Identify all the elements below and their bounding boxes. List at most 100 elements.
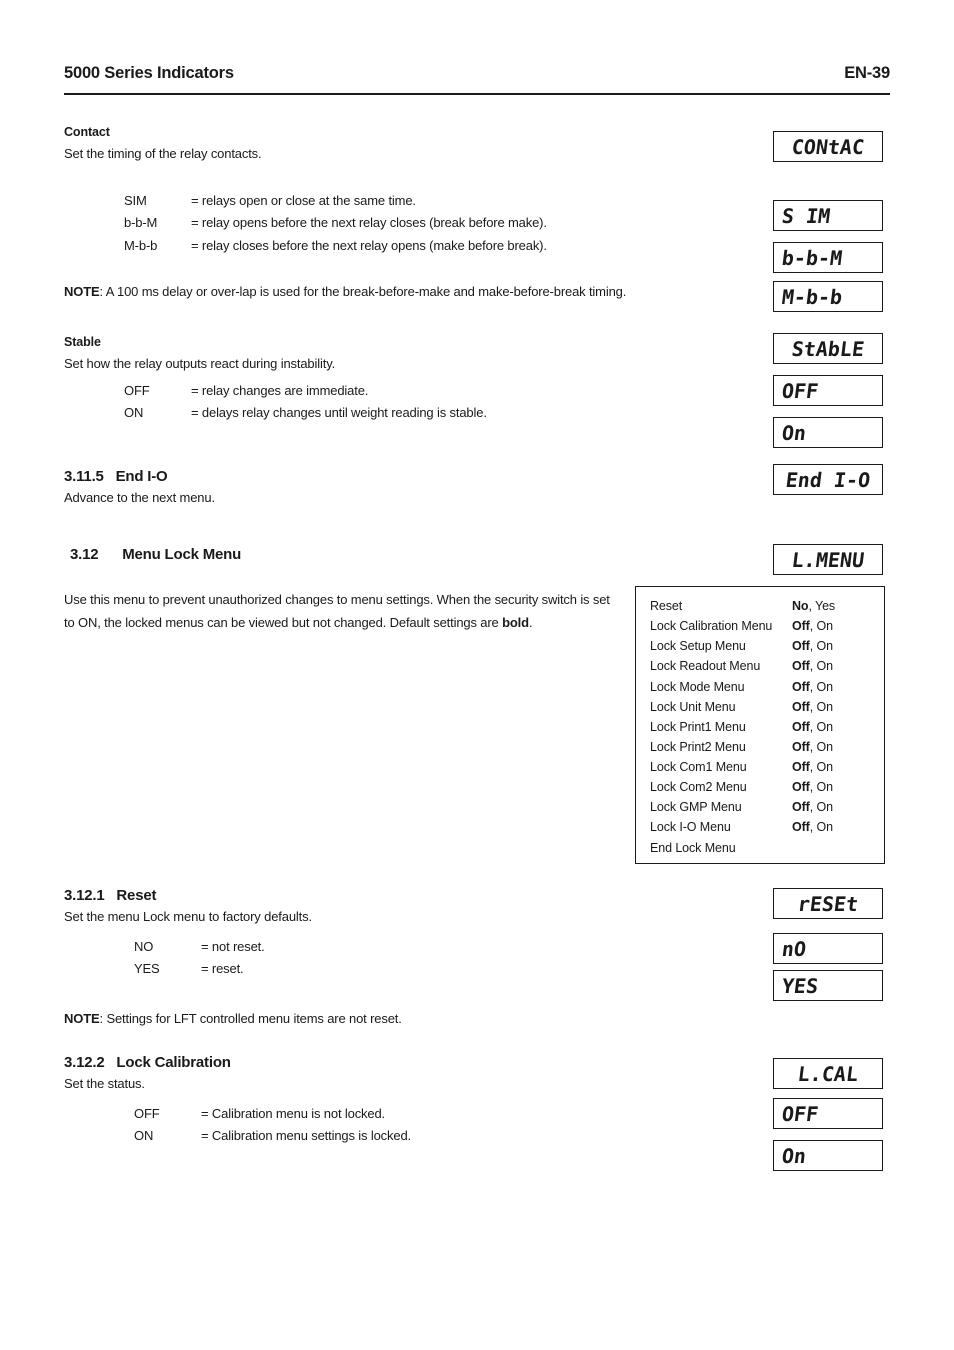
lcd-text: CONtAC [790,134,866,159]
default-value: Off [792,619,810,634]
contact-option-list: SIM = relays open or close at the same t… [64,190,744,257]
option-values: Off, On [792,797,884,817]
lcd-text: M-b-b [780,284,844,309]
option-desc: = delays relay changes until weight read… [191,405,487,421]
option-values: Off, On [792,656,884,676]
table-row: Lock Print2 Menu Off, On [650,737,884,757]
lcd-display-sim: S IM [773,200,883,231]
contact-note: NOTE: A 100 ms delay or over-lap is used… [64,284,784,301]
definition-row: NO = not reset. [134,936,754,958]
option-name: Lock Mode Menu [650,679,745,694]
option-term: YES [134,961,160,977]
page-header: 5000 Series Indicators EN-39 [64,64,890,83]
definition-row: YES = reset. [134,958,754,980]
definition-row: SIM = relays open or close at the same t… [124,190,744,212]
menu-lock-body-tail: . [528,615,533,631]
definition-row: OFF = relay changes are immediate. [124,380,744,402]
section-number: 3.11.5 [64,468,104,485]
table-row: End Lock Menu [650,838,884,858]
option-values: Off, On [792,757,884,777]
section-reset: 3.12.1 Reset Set the menu Lock menu to f… [64,887,624,926]
option-name: Lock Unit Menu [650,699,736,714]
option-desc: = relays open or close at the same time. [191,193,416,208]
definition-row: M-b-b = relay closes before the next rel… [124,235,744,257]
lcd-display-contac: CONtAC [773,131,883,162]
default-value: Off [792,780,810,795]
default-value: Off [792,679,810,694]
default-value: Off [792,659,810,674]
reset-intro: Set the menu Lock menu to factory defaul… [64,909,312,924]
definition-row: ON = Calibration menu settings is locked… [134,1125,754,1147]
option-name: Lock Print2 Menu [650,739,746,754]
section-contact: Contact Set the timing of the relay cont… [64,125,624,163]
other-values: , On [809,639,833,654]
section-number: 3.12.1 [64,887,105,904]
lcd-display-bbm: b-b-M [773,242,883,273]
section-title: Menu Lock Menu [122,546,242,563]
other-values: , On [809,820,833,835]
lcd-display-end-io: End I-O [773,464,883,495]
header-title: 5000 Series Indicators [64,64,234,82]
section-number: 3.12 [70,546,99,563]
default-value: Off [792,719,810,734]
section-number: 3.12.2 [64,1054,105,1071]
section-lock-calibration: 3.12.2 Lock Calibration Set the status. [64,1054,624,1093]
lcd-display-reset: rESEt [773,888,883,919]
reset-heading: 3.12.1 Reset [64,887,624,904]
table-row: Reset No, Yes [650,596,884,616]
contact-intro: Set the timing of the relay contacts. [64,146,262,162]
lcd-display-lmenu: L.MENU [773,544,883,575]
menu-lock-heading: 3.12 Menu Lock Menu [70,546,630,563]
note-label: NOTE [64,1011,100,1026]
other-values: , On [809,719,833,734]
option-term: OFF [124,383,150,398]
table-row: Lock Mode Menu Off, On [650,677,884,697]
section-title: Lock Calibration [116,1054,231,1071]
option-term: SIM [124,193,147,208]
lcd-text: L.MENU [790,547,866,572]
lcd-text: OFF [780,1101,820,1126]
other-values: , On [809,739,833,754]
lcd-text: nO [780,936,808,961]
lcd-display-on-cal: On [773,1140,883,1171]
lcd-text: S IM [780,203,832,228]
lcd-text: StAbLE [790,336,866,361]
table-row: Lock GMP Menu Off, On [650,797,884,817]
menu-lock-body-emphasis: bold [502,615,529,631]
section-menu-lock: 3.12 Menu Lock Menu [70,546,630,568]
option-values: Off, On [792,616,884,636]
default-value: Off [792,639,810,654]
option-name: Lock Calibration Menu [650,619,773,634]
lock-menu-options-table: Reset No, Yes Lock Calibration Menu Off,… [635,586,885,864]
option-term: ON [124,405,144,421]
option-values: Off, On [792,737,884,757]
header-divider [64,93,890,95]
lcd-text: End I-O [784,467,872,492]
end-io-heading: 3.11.5 End I-O [64,468,624,485]
default-value: No [792,599,809,613]
lcd-text: b-b-M [780,245,844,270]
definition-row: ON = delays relay changes until weight r… [124,402,744,424]
other-values: , On [809,659,833,674]
default-value: Off [792,760,810,774]
option-name: Lock Setup Menu [650,639,746,654]
option-values: Off, On [792,636,884,656]
lock-cal-heading: 3.12.2 Lock Calibration [64,1054,624,1071]
document-page: 5000 Series Indicators EN-39 Contact Set… [0,0,954,1350]
option-desc: = not reset. [201,939,265,954]
lcd-text: OFF [780,378,820,403]
other-values: , Yes [808,599,836,613]
option-values: No, Yes [792,596,884,616]
section-stable: Stable Set how the relay outputs react d… [64,335,624,373]
lcd-display-lcal: L.CAL [773,1058,883,1089]
option-desc: = relay changes are immediate. [191,383,369,398]
lcd-display-off-cal: OFF [773,1098,883,1129]
other-values: , On [809,699,833,714]
lcd-text: rESEt [796,891,860,916]
option-name: Lock Com2 Menu [650,780,747,795]
other-values: , On [809,760,833,774]
lcd-text: YES [780,973,820,998]
lcd-display-yes: YES [773,970,883,1001]
reset-option-list: NO = not reset. YES = reset. [64,936,754,981]
option-values [792,838,884,858]
